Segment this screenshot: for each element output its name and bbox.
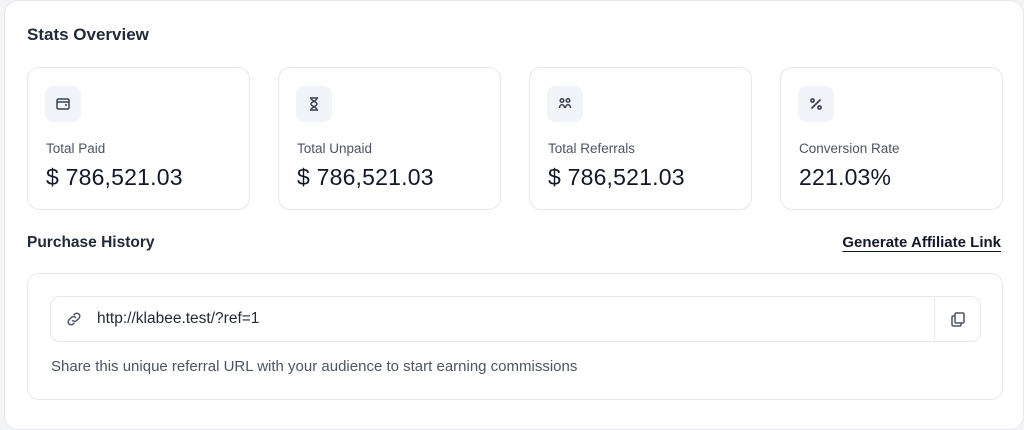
referral-url-input[interactable] (97, 310, 934, 328)
percent-icon (798, 86, 834, 122)
hourglass-icon (296, 86, 332, 122)
stat-value: $ 786,521.03 (548, 164, 685, 190)
stats-cards: Total Paid $ 786,521.03 Total Unpaid $ 7… (27, 67, 1003, 210)
stat-label: Total Unpaid (297, 141, 373, 156)
stats-overview-title: Stats Overview (27, 25, 149, 44)
stat-value: $ 786,521.03 (297, 164, 434, 190)
stat-label: Total Referrals (548, 141, 636, 156)
stat-value: 221.03% (799, 164, 892, 190)
copy-button[interactable] (934, 297, 980, 341)
stat-label: Conversion Rate (799, 141, 900, 156)
copy-icon (950, 312, 965, 327)
referral-helper-text: Share this unique referral URL with your… (51, 358, 578, 375)
link-icon (51, 297, 97, 341)
stat-card-total-paid: Total Paid $ 786,521.03 (27, 67, 250, 210)
users-icon (547, 86, 583, 122)
purchase-history-title: Purchase History (27, 234, 155, 251)
stats-panel: Stats Overview Total Paid $ 786,521.03 T… (4, 0, 1024, 430)
stat-label: Total Paid (46, 141, 106, 156)
generate-affiliate-link[interactable]: Generate Affiliate Link (842, 234, 1001, 251)
referral-url-field (50, 296, 981, 342)
wallet-icon (45, 86, 81, 122)
stat-card-total-unpaid: Total Unpaid $ 786,521.03 (278, 67, 501, 210)
stat-value: $ 786,521.03 (46, 164, 183, 190)
stat-card-conversion-rate: Conversion Rate 221.03% (780, 67, 1003, 210)
stat-card-total-referrals: Total Referrals $ 786,521.03 (529, 67, 752, 210)
referral-box: Share this unique referral URL with your… (27, 273, 1003, 400)
